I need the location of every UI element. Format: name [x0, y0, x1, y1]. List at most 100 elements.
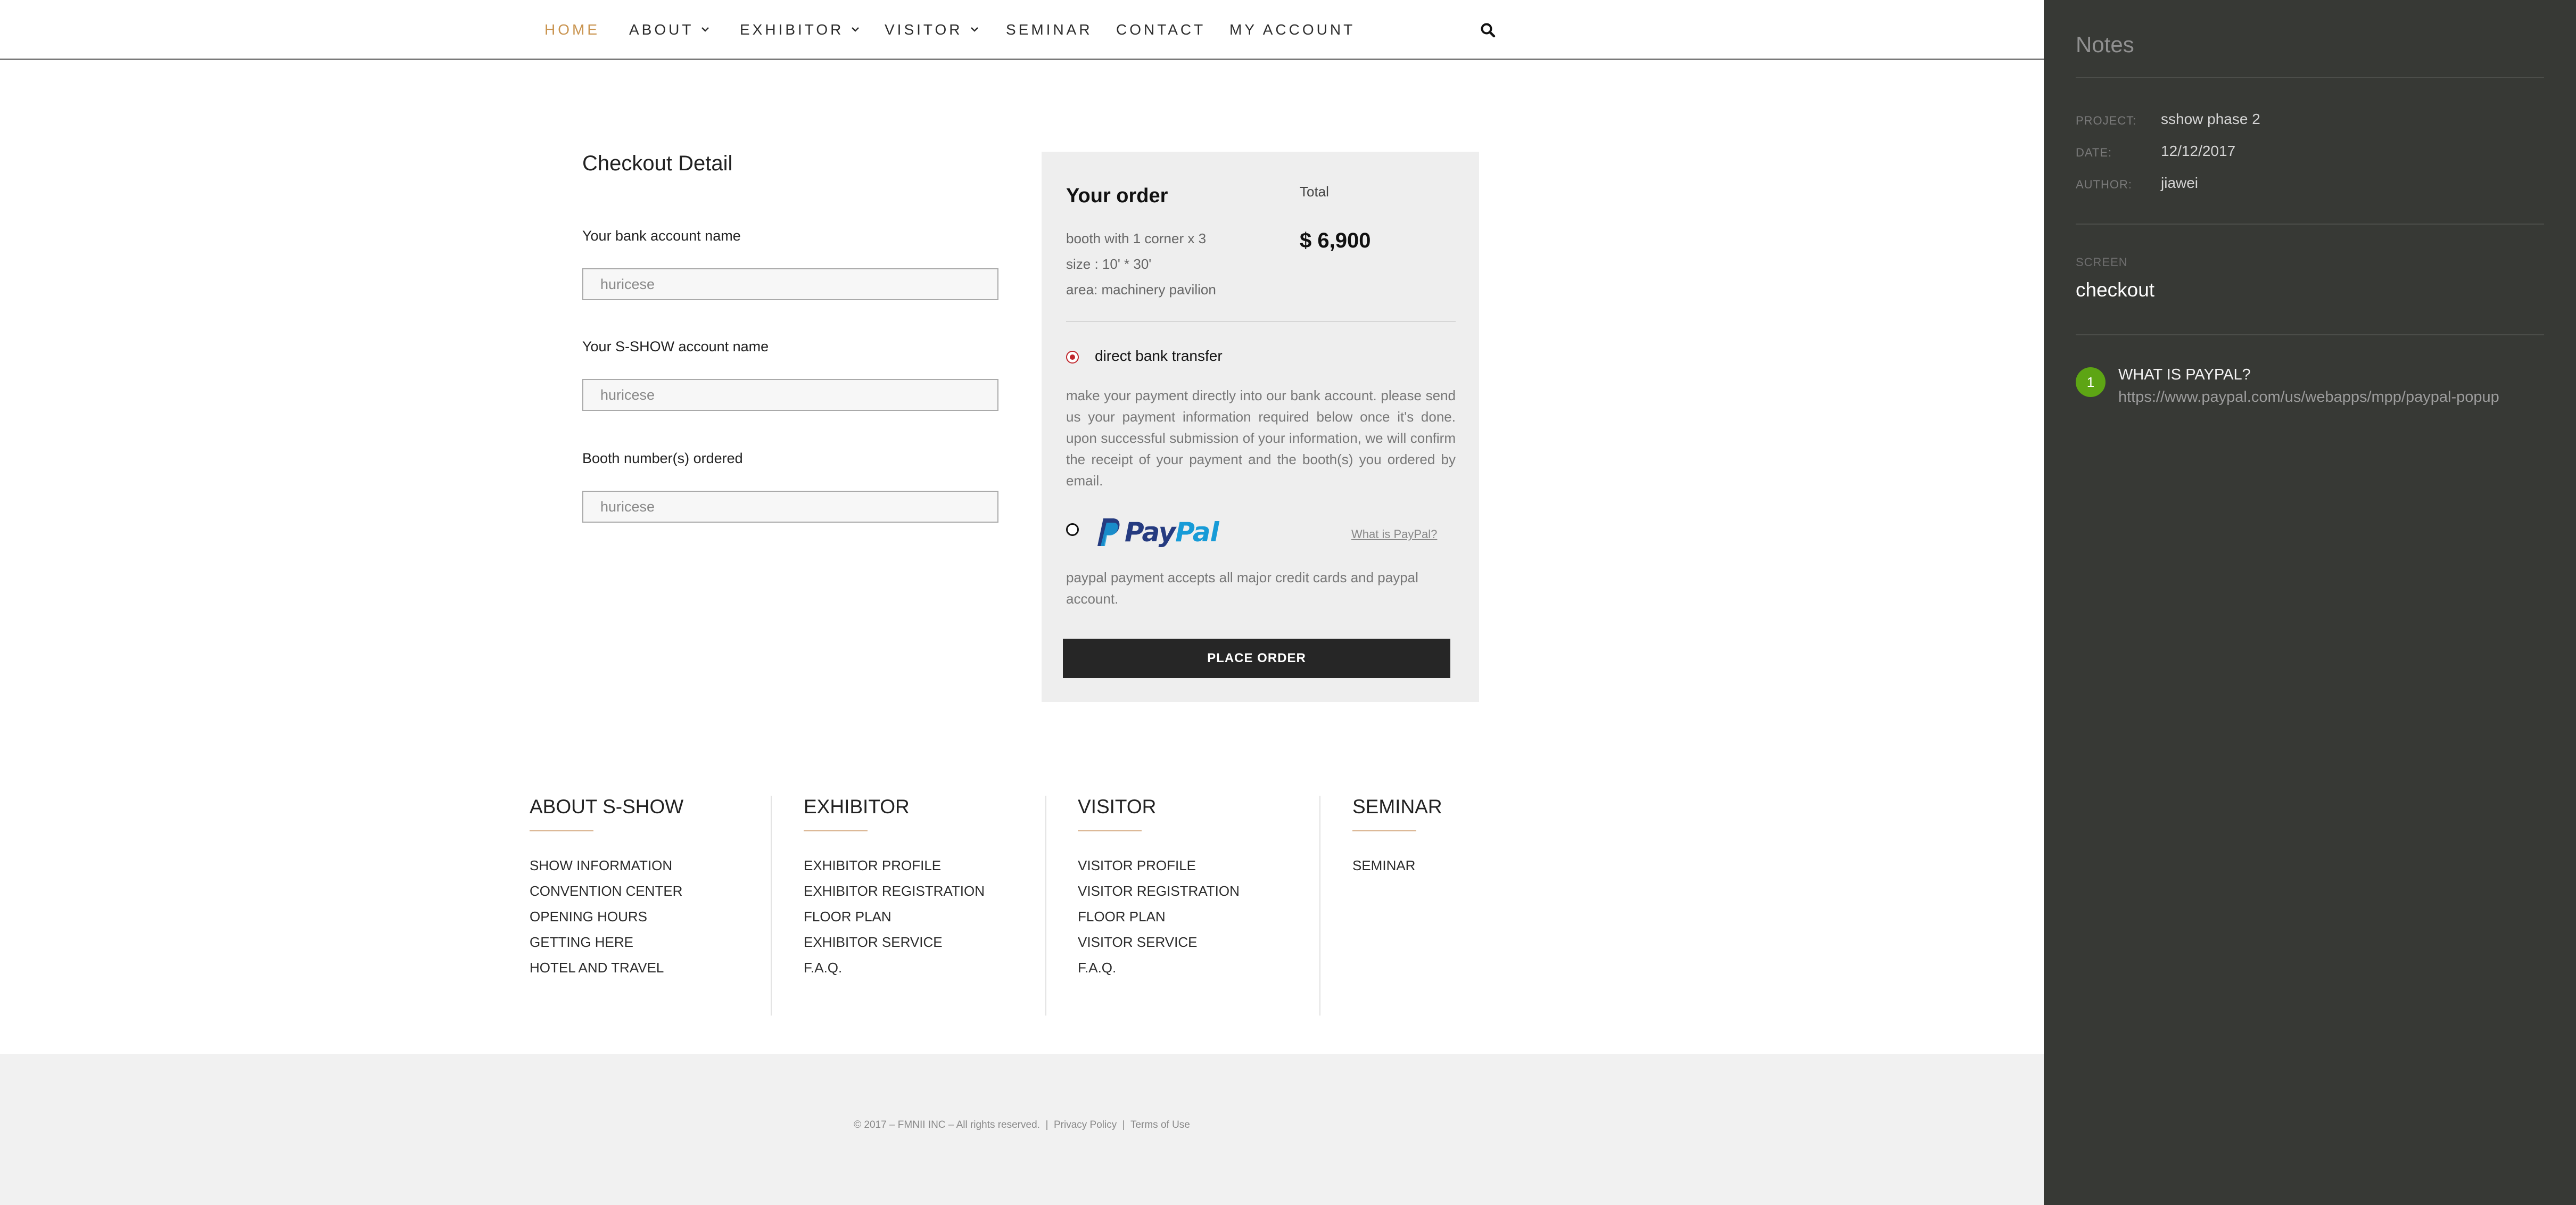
footer-separator	[1319, 796, 1320, 1016]
nav-item-my-account[interactable]: MY ACCOUNT	[1229, 21, 1355, 38]
annotation-number-badge[interactable]: 1	[2076, 367, 2106, 397]
what-is-paypal-link[interactable]: What is PayPal?	[1351, 527, 1437, 541]
bottom-bar: © 2017 – FMNII INC – All rights reserved…	[0, 1054, 2044, 1205]
chevron-down-icon	[701, 27, 709, 32]
paypal-wordmark: PayPal	[1125, 517, 1219, 548]
sshow-account-name-input[interactable]	[582, 379, 998, 411]
footer-link[interactable]: F.A.Q.	[1078, 955, 1240, 980]
footer-column-exhibitor: EXHIBITOR EXHIBITOR PROFILE EXHIBITOR RE…	[804, 796, 985, 980]
paypal-description: paypal payment accepts all major credit …	[1066, 570, 1418, 607]
screen-label: SCREEN	[2076, 255, 2128, 269]
footer-column-title: SEMINAR	[1352, 796, 1442, 818]
footer-separator	[771, 796, 772, 1016]
chevron-down-icon	[852, 27, 860, 32]
nav-label: EXHIBITOR	[740, 21, 844, 38]
order-title: Your order	[1066, 185, 1168, 207]
footer-link[interactable]: EXHIBITOR SERVICE	[804, 929, 985, 955]
booth-numbers-input[interactable]	[582, 491, 998, 523]
footer-link[interactable]: VISITOR PROFILE	[1078, 853, 1240, 878]
nav-label: HOME	[544, 21, 600, 38]
paypal-logo[interactable]: PayPal	[1096, 515, 1219, 549]
paypal-wordmark-pay: Pay	[1125, 517, 1176, 548]
copyright-line: © 2017 – FMNII INC – All rights reserved…	[0, 1119, 2044, 1131]
nav-item-about[interactable]: ABOUT	[629, 21, 709, 38]
notes-title: Notes	[2076, 32, 2134, 57]
notes-divider	[2076, 77, 2544, 78]
copyright-separator: |	[1045, 1119, 1048, 1130]
screen-value: checkout	[2076, 279, 2155, 301]
footer-column-seminar: SEMINAR SEMINAR	[1352, 796, 1442, 878]
order-item-line: area: machinery pavilion	[1066, 282, 1216, 298]
bank-account-name-input[interactable]	[582, 268, 998, 300]
top-nav: HOME ABOUT EXHIBITOR VISITOR SEMINAR CON…	[0, 0, 2044, 60]
footer-title-underline	[1078, 830, 1142, 831]
search-icon[interactable]	[1480, 22, 1496, 38]
project-value: sshow phase 2	[2161, 111, 2260, 127]
notes-divider	[2076, 224, 2544, 225]
nav-item-home[interactable]: HOME	[544, 21, 600, 38]
place-order-button[interactable]: PLACE ORDER	[1063, 639, 1450, 678]
footer-title-underline	[804, 830, 868, 831]
checkout-title: Checkout Detail	[582, 152, 733, 175]
terms-of-use-link[interactable]: Terms of Use	[1130, 1119, 1190, 1130]
bank-transfer-radio[interactable]	[1066, 351, 1079, 364]
nav-label: MY ACCOUNT	[1229, 21, 1356, 38]
footer-link[interactable]: FLOOR PLAN	[804, 904, 985, 929]
booth-numbers-label: Booth number(s) ordered	[582, 450, 743, 466]
order-item-line: size : 10' * 30'	[1066, 256, 1152, 272]
sshow-account-name-label: Your S-SHOW account name	[582, 339, 769, 354]
bank-transfer-label[interactable]: direct bank transfer	[1095, 348, 1223, 365]
nav-item-exhibitor[interactable]: EXHIBITOR	[740, 21, 860, 38]
date-label: DATE:	[2076, 146, 2112, 159]
footer-link[interactable]: SHOW INFORMATION	[530, 853, 683, 878]
copyright-text: © 2017 – FMNII INC – All rights reserved…	[854, 1119, 1040, 1130]
order-divider	[1066, 321, 1456, 322]
privacy-policy-link[interactable]: Privacy Policy	[1054, 1119, 1117, 1130]
order-item-line: booth with 1 corner x 3	[1066, 230, 1207, 246]
footer-link[interactable]: FLOOR PLAN	[1078, 904, 1240, 929]
footer-column-title: VISITOR	[1078, 796, 1157, 818]
footer-column-title: EXHIBITOR	[804, 796, 910, 818]
paypal-radio[interactable]	[1066, 523, 1079, 536]
footer-link[interactable]: VISITOR SERVICE	[1078, 929, 1240, 955]
footer-column-visitor: VISITOR VISITOR PROFILE VISITOR REGISTRA…	[1078, 796, 1240, 980]
notes-panel: Notes PROJECT: sshow phase 2 DATE: 12/12…	[2044, 0, 2576, 1205]
order-summary: Your order Total booth with 1 corner x 3…	[1042, 152, 1479, 702]
bank-transfer-description: make your payment directly into our bank…	[1066, 387, 1456, 489]
footer-link[interactable]: EXHIBITOR PROFILE	[804, 853, 985, 878]
footer-link[interactable]: VISITOR REGISTRATION	[1078, 878, 1240, 904]
notes-divider	[2076, 334, 2544, 335]
bank-account-name-label: Your bank account name	[582, 228, 741, 244]
footer-column-title: ABOUT S-SHOW	[530, 796, 684, 818]
footer-link[interactable]: SEMINAR	[1352, 853, 1442, 878]
footer-link[interactable]: CONVENTION CENTER	[530, 878, 683, 904]
footer-separator	[1045, 796, 1046, 1016]
footer-column-about: ABOUT S-SHOW SHOW INFORMATION CONVENTION…	[530, 796, 683, 980]
copyright-separator: |	[1122, 1119, 1125, 1130]
project-label: PROJECT:	[2076, 114, 2137, 127]
annotation-title: WHAT IS PAYPAL?	[2118, 366, 2251, 383]
author-value: jiawei	[2161, 175, 2199, 191]
nav-item-visitor[interactable]: VISITOR	[885, 21, 979, 38]
footer-link[interactable]: GETTING HERE	[530, 929, 683, 955]
footer-link[interactable]: EXHIBITOR REGISTRATION	[804, 878, 985, 904]
date-value: 12/12/2017	[2161, 143, 2236, 159]
nav-label: ABOUT	[629, 21, 694, 38]
footer-title-underline	[1352, 830, 1416, 831]
footer-link[interactable]: HOTEL AND TRAVEL	[530, 955, 683, 980]
annotation-url[interactable]: https://www.paypal.com/us/webapps/mpp/pa…	[2118, 389, 2499, 406]
paypal-wordmark-pal: Pal	[1175, 517, 1219, 548]
nav-item-contact[interactable]: CONTACT	[1116, 21, 1206, 38]
chevron-down-icon	[970, 27, 978, 32]
main-page: HOME ABOUT EXHIBITOR VISITOR SEMINAR CON…	[0, 0, 2044, 1205]
order-total-price: $ 6,900	[1300, 229, 1371, 252]
author-label: AUTHOR:	[2076, 178, 2132, 191]
nav-label: SEMINAR	[1006, 21, 1093, 38]
order-total-label: Total	[1300, 184, 1329, 200]
paypal-p-icon	[1097, 518, 1120, 546]
footer-title-underline	[530, 830, 593, 831]
nav-item-seminar[interactable]: SEMINAR	[1006, 21, 1093, 38]
footer-link[interactable]: OPENING HOURS	[530, 904, 683, 929]
nav-label: VISITOR	[885, 21, 963, 38]
footer-link[interactable]: F.A.Q.	[804, 955, 985, 980]
